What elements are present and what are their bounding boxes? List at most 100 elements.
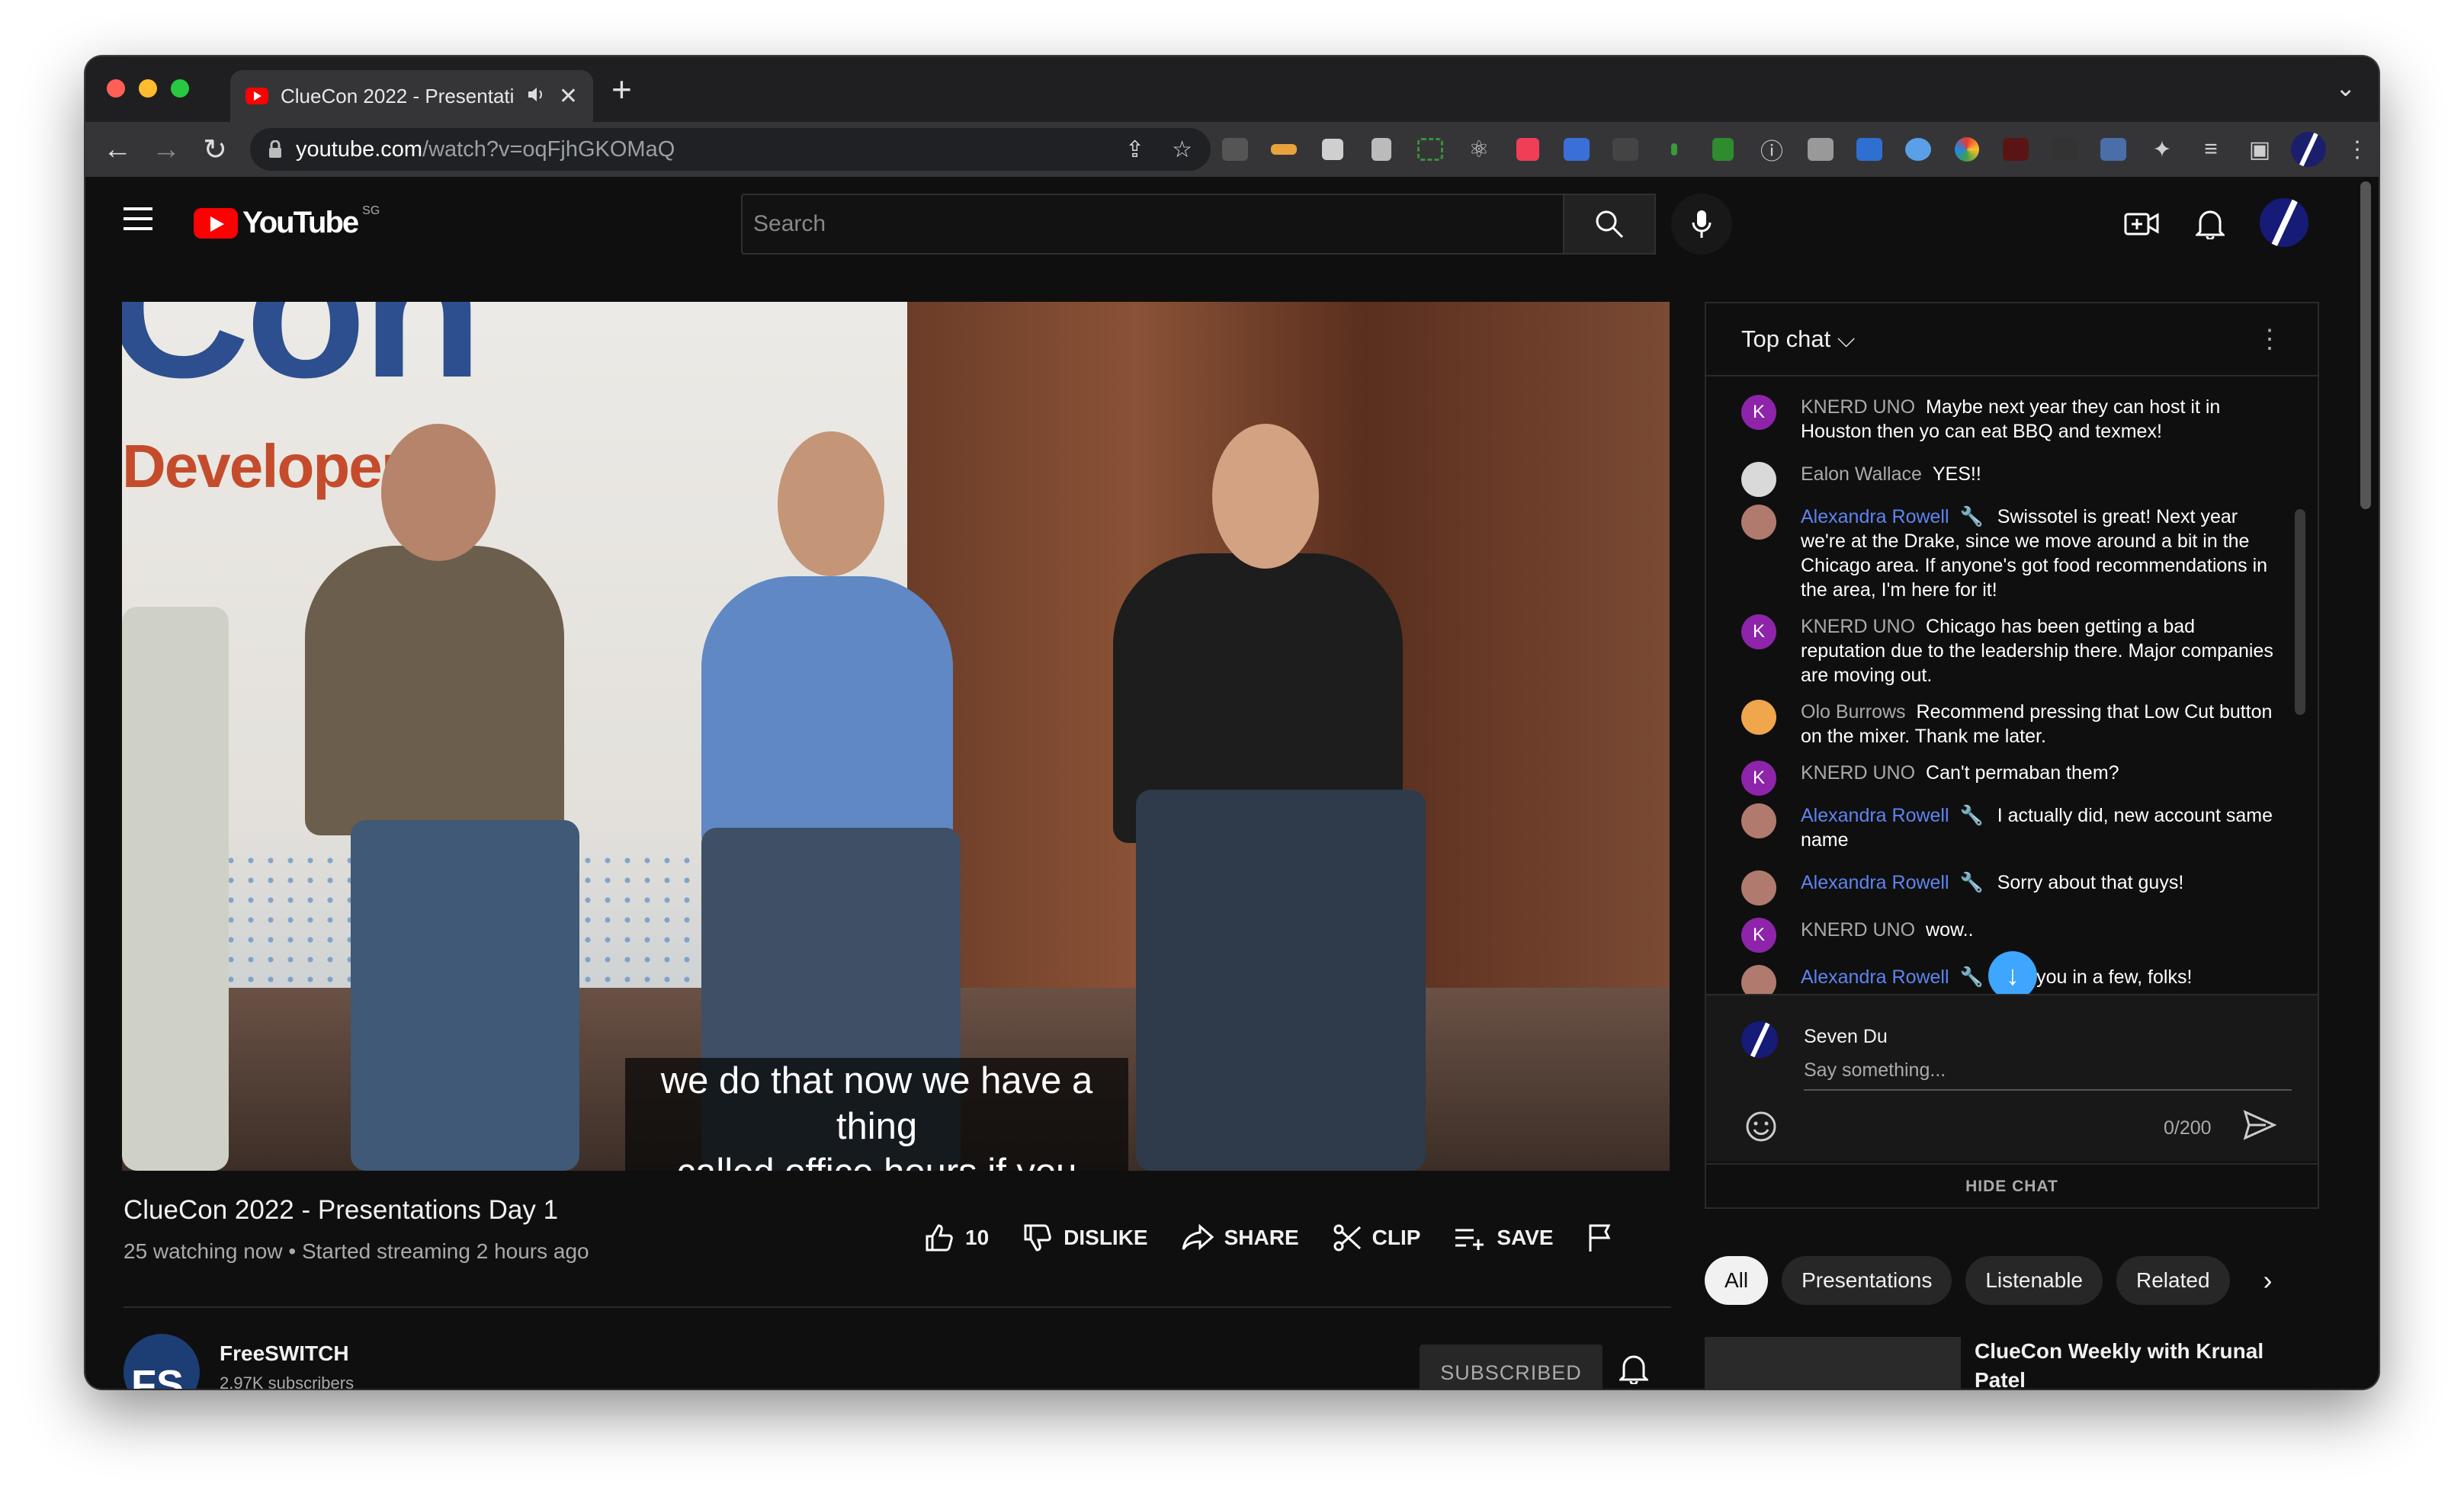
extension-grid-icon[interactable] (1314, 131, 1351, 168)
send-icon (2243, 1110, 2277, 1140)
address-bar[interactable]: youtube.com/watch?v=oqFjhGKOMaQ ⇪ ☆ (250, 128, 1211, 171)
tab-youtube[interactable]: ClueCon 2022 - Presentati ✕ (230, 70, 593, 122)
chat-author[interactable]: KNERD UNO (1801, 396, 1915, 418)
search-button[interactable] (1563, 194, 1656, 255)
related-video-title[interactable]: ClueCon Weekly with Krunal Patel (1975, 1337, 2295, 1389)
extension-info-icon[interactable]: ⓘ (1753, 131, 1790, 168)
subscribed-button[interactable]: SUBSCRIBED (1420, 1345, 1603, 1389)
zoom-window-button[interactable] (171, 79, 189, 98)
extension-off-icon[interactable] (1217, 131, 1253, 168)
new-tab-button[interactable]: + (611, 72, 632, 107)
notifications-button[interactable] (2191, 204, 2229, 242)
banner-text: Con (122, 302, 483, 419)
chat-author[interactable]: KNERD UNO (1801, 919, 1915, 941)
extension-dot-icon[interactable] (1656, 131, 1692, 168)
extension-bracket-icon[interactable] (1412, 131, 1449, 168)
extension-translate-icon[interactable] (1851, 131, 1888, 168)
extension-xml-icon[interactable] (1266, 131, 1302, 168)
extension-weather-icon[interactable] (1558, 131, 1595, 168)
extension-red-icon[interactable] (1997, 131, 2034, 168)
chip-presentations[interactable]: Presentations (1782, 1256, 1952, 1305)
extension-pocket-icon[interactable] (1510, 131, 1546, 168)
report-button[interactable] (1587, 1223, 1613, 1253)
share-button[interactable]: SHARE (1182, 1224, 1299, 1252)
chat-author[interactable]: Alexandra Rowell (1801, 805, 1949, 826)
chat-avatar[interactable] (1741, 803, 1776, 838)
chat-author[interactable]: Olo Burrows (1801, 701, 1906, 723)
chat-author[interactable]: KNERD UNO (1801, 762, 1915, 784)
like-button[interactable]: 10 (924, 1223, 989, 1253)
save-button[interactable]: SAVE (1454, 1226, 1554, 1250)
extension-color-wheel-icon[interactable] (1949, 131, 1985, 168)
chat-author[interactable]: Ealon Wallace (1801, 463, 1922, 485)
account-avatar[interactable] (2260, 198, 2308, 247)
emoji-smile-icon (1746, 1111, 1776, 1142)
chip-listenable[interactable]: Listenable (1965, 1256, 2103, 1305)
reading-list-icon[interactable]: ≡ (2193, 131, 2229, 168)
extension-qr-icon[interactable] (1607, 131, 1644, 168)
chip-all[interactable]: All (1705, 1256, 1769, 1305)
chat-author[interactable]: Alexandra Rowell (1801, 506, 1949, 527)
channel-notifications-button[interactable] (1618, 1352, 1650, 1388)
close-tab-icon[interactable]: ✕ (559, 83, 578, 110)
forward-button[interactable]: → (142, 133, 191, 166)
chat-message: Alexandra Rowell 🔧 I actually did, new acc… (1741, 803, 2275, 852)
emoji-button[interactable] (1744, 1110, 1778, 1147)
chat-avatar[interactable] (1741, 462, 1776, 497)
dislike-button[interactable]: DISLIKE (1022, 1223, 1148, 1253)
extension-badge-icon[interactable] (1900, 131, 1936, 168)
channel-name[interactable]: FreeSWITCH (220, 1341, 349, 1366)
minimize-window-button[interactable] (139, 79, 157, 98)
chat-avatar[interactable]: K (1741, 918, 1776, 953)
search-input[interactable]: Search (741, 194, 1564, 255)
chat-author[interactable]: Alexandra Rowell (1801, 872, 1949, 893)
chip-related[interactable]: Related (2116, 1256, 2230, 1305)
video-player[interactable]: Con Developers we do that now we have a … (122, 302, 1670, 1171)
page-scrollbar[interactable] (2360, 181, 2373, 509)
profile-avatar-icon[interactable] (2290, 131, 2327, 168)
chat-avatar[interactable]: K (1741, 761, 1776, 796)
send-button[interactable] (2243, 1110, 2277, 1144)
browser-toolbar: ← → ↻ youtube.com/watch?v=oqFjhGKOMaQ ⇪ … (85, 122, 2379, 177)
chat-avatar[interactable] (1741, 505, 1776, 540)
chevron-right-icon[interactable]: › (2263, 1264, 2273, 1296)
menu-hamburger-icon[interactable] (124, 207, 152, 237)
chat-avatar[interactable]: K (1741, 614, 1776, 649)
scroll-to-bottom-arrow-icon[interactable]: ↓ (1988, 951, 2037, 1000)
person-right-legs (1136, 790, 1426, 1171)
extension-react-icon[interactable]: ⚛ (1461, 131, 1497, 168)
voice-search-button[interactable] (1671, 194, 1732, 255)
extension-chat-icon[interactable] (1802, 131, 1839, 168)
chat-mode-dropdown[interactable]: Top chat ⌵ (1741, 325, 1855, 354)
chat-author[interactable]: Alexandra Rowell (1801, 966, 1949, 988)
extension-tab-icon[interactable] (2095, 131, 2132, 168)
side-panel-icon[interactable]: ▣ (2241, 131, 2278, 168)
related-video-thumbnail[interactable] (1705, 1337, 1961, 1389)
share-page-icon[interactable]: ⇪ (1125, 136, 1144, 163)
bookmark-star-icon[interactable]: ☆ (1172, 136, 1192, 163)
extension-page-icon[interactable] (1363, 131, 1400, 168)
extensions-puzzle-icon[interactable]: ✦ (2144, 131, 2180, 168)
speaker-icon[interactable] (527, 85, 547, 108)
clip-button[interactable]: CLIP (1333, 1223, 1420, 1252)
chat-scrollbar[interactable] (2295, 387, 2307, 982)
close-window-button[interactable] (107, 79, 125, 98)
chat-avatar[interactable] (1741, 700, 1776, 735)
chat-avatar[interactable]: K (1741, 395, 1776, 430)
tab-search-chevron-icon[interactable]: ⌄ (2335, 73, 2356, 102)
channel-avatar[interactable] (124, 1334, 200, 1389)
chat-input[interactable]: Say something... (1804, 1059, 2292, 1091)
extension-android-icon[interactable] (1705, 131, 1741, 168)
chat-more-icon[interactable]: ⋮ (2257, 324, 2283, 354)
youtube-logo[interactable]: YouTube SG (194, 204, 380, 240)
create-video-button[interactable] (2122, 204, 2161, 242)
chat-avatar[interactable] (1741, 965, 1776, 994)
hide-chat-button[interactable]: HIDE CHAT (1706, 1163, 2318, 1209)
url-path: /watch?v=oqFjhGKOMaQ (422, 136, 675, 162)
back-button[interactable]: ← (93, 133, 142, 166)
chat-author[interactable]: KNERD UNO (1801, 616, 1915, 637)
extension-binary-icon[interactable] (2046, 131, 2083, 168)
chat-avatar[interactable] (1741, 870, 1776, 905)
reload-button[interactable]: ↻ (191, 133, 239, 167)
browser-menu-icon[interactable]: ⋮ (2339, 131, 2376, 168)
